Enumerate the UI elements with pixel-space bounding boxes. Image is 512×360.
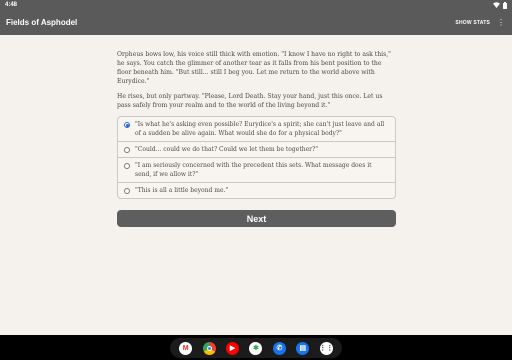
phone-icon[interactable]: ✆ — [272, 341, 286, 355]
photos-icon[interactable]: ✱ — [249, 341, 263, 355]
story-paragraph: He rises, but only partway. "Please, Lor… — [117, 93, 383, 109]
choice-text: "This is all a little beyond me." — [135, 187, 229, 194]
radio-button[interactable] — [124, 147, 130, 153]
app-bar: Fields of Asphodel SHOW STATS ⋮ — [0, 10, 512, 35]
status-bar: 4:48 — [0, 0, 512, 10]
battery-icon — [503, 1, 507, 9]
wifi-icon — [493, 2, 500, 8]
youtube-icon[interactable]: ▶ — [226, 341, 240, 355]
app-title: Fields of Asphodel — [6, 18, 78, 27]
choice-option-3[interactable]: "I am seriously concerned with the prece… — [118, 157, 395, 182]
taskbar: M ▶ ✱ ✆ ▤ ⋮⋮ — [170, 338, 342, 358]
next-button[interactable]: Next — [117, 210, 396, 227]
status-icons — [493, 1, 507, 9]
choice-option-1[interactable]: "Is what he's asking even possible? Eury… — [118, 117, 395, 141]
choice-text: "Is what he's asking even possible? Eury… — [135, 121, 385, 137]
messages-icon[interactable]: ▤ — [296, 341, 310, 355]
choice-text: "I am seriously concerned with the prece… — [135, 162, 372, 178]
status-time: 4:48 — [5, 2, 18, 8]
choice-option-4[interactable]: "This is all a little beyond me." — [118, 182, 395, 198]
chrome-icon[interactable] — [202, 341, 216, 355]
story-paragraph: Orpheus bows low, his voice still thick … — [117, 51, 391, 85]
story-content: Orpheus bows low, his voice still thick … — [117, 50, 396, 199]
gmail-icon[interactable]: M — [179, 341, 193, 355]
radio-button[interactable] — [124, 163, 130, 169]
choice-text: "Could... could we do that? Could we let… — [135, 146, 318, 153]
choice-list: "Is what he's asking even possible? Eury… — [117, 116, 396, 199]
app-drawer-icon[interactable]: ⋮⋮ — [319, 341, 333, 355]
radio-button[interactable] — [124, 122, 130, 128]
show-stats-button[interactable]: SHOW STATS — [455, 20, 490, 26]
radio-button[interactable] — [124, 188, 130, 194]
more-vert-icon[interactable]: ⋮ — [496, 18, 506, 27]
choice-option-2[interactable]: "Could... could we do that? Could we let… — [118, 141, 395, 157]
